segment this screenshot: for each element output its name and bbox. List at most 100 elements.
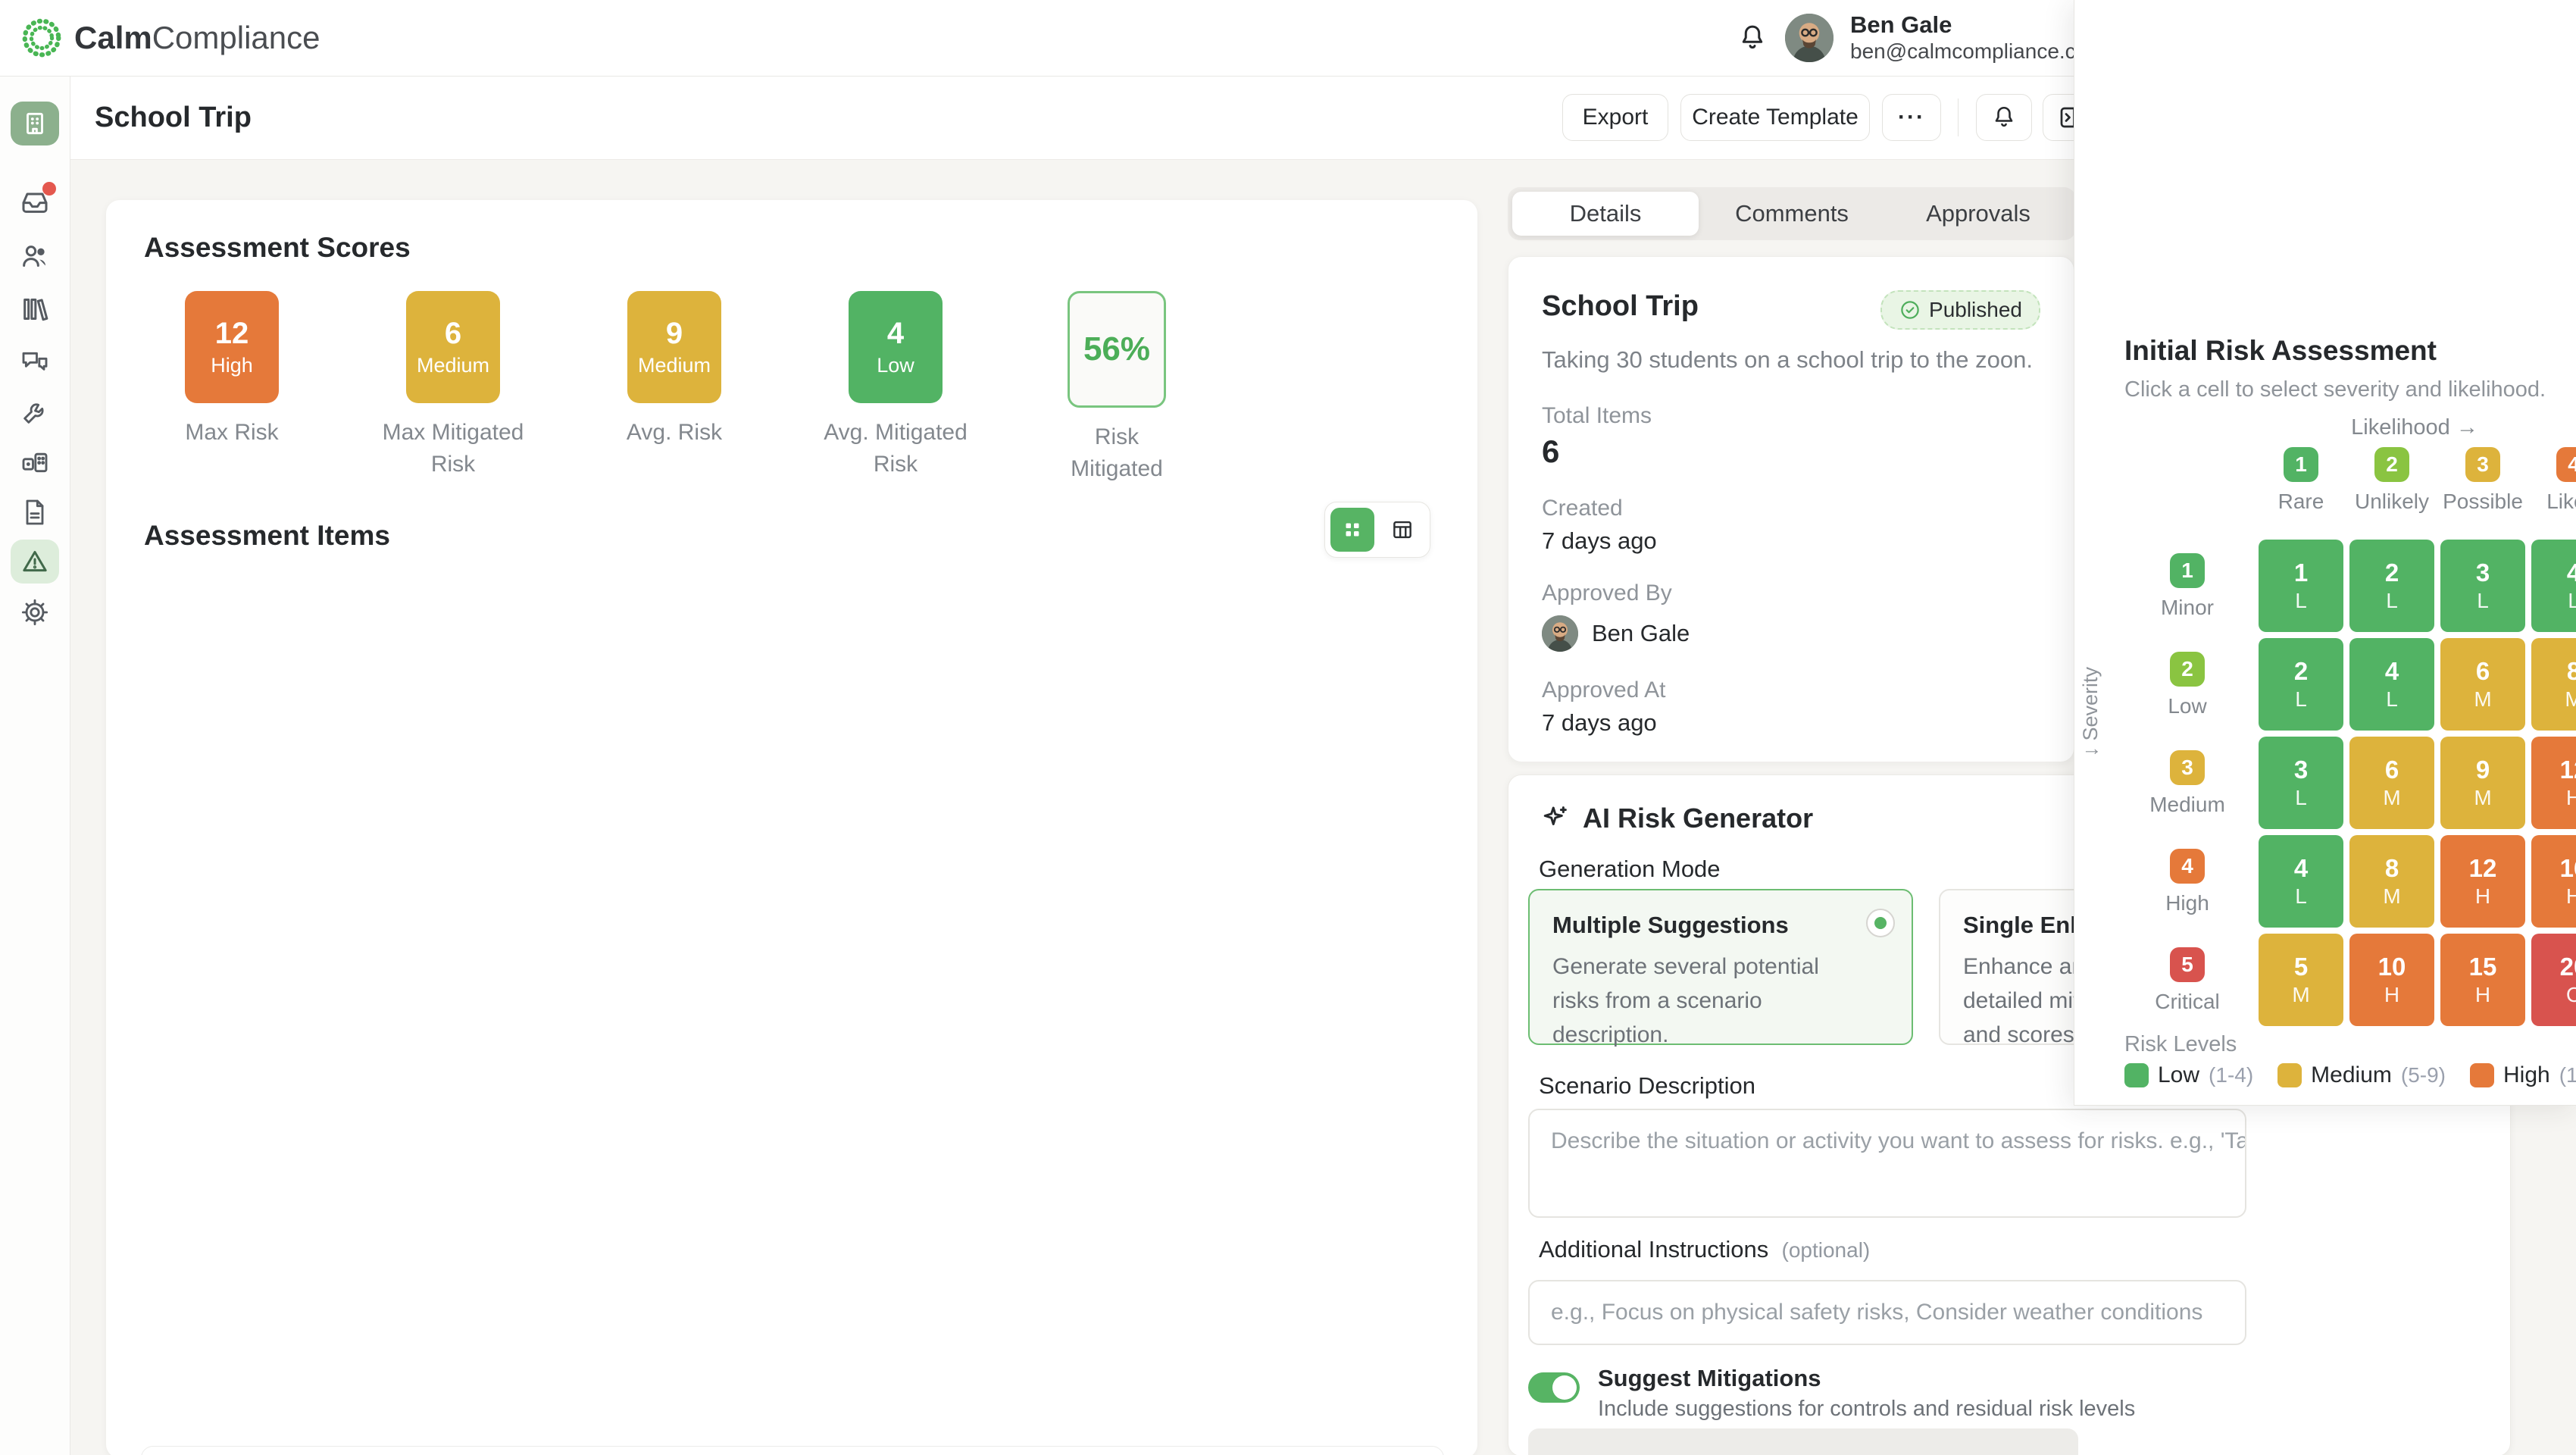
matrix-cell[interactable]: 8M — [2531, 638, 2576, 731]
user-info[interactable]: Ben Gale ben@calmcompliance.com — [1850, 11, 2106, 64]
export-button[interactable]: Export — [1562, 94, 1668, 141]
matrix-cell[interactable]: 12H — [2440, 835, 2525, 928]
created-value: 7 days ago — [1542, 527, 2040, 555]
sidebar-item-assets[interactable] — [0, 447, 70, 477]
score-tile: 4Low — [849, 291, 943, 403]
matrix-cell[interactable]: 9M — [2440, 737, 2525, 829]
more-options-button[interactable]: ··· — [1882, 94, 1941, 141]
sidebar-item-settings[interactable] — [0, 597, 70, 627]
matrix-cell[interactable]: 2L — [2259, 638, 2343, 731]
severity-header: 4 High — [2138, 849, 2237, 915]
ai-title: AI Risk Generator — [1583, 803, 1813, 834]
sidebar-item-risk-assessments[interactable] — [0, 540, 70, 584]
matrix-cell[interactable]: 15H — [2440, 934, 2525, 1026]
risk-matrix-grid: 1L2L3L4L2L4L6M8M3L6M9M12H4L8M12H16H5M10H… — [2259, 540, 2576, 1026]
wrench-icon — [20, 397, 50, 427]
side-tabs: Details Comments Approvals — [1508, 187, 2076, 240]
likelihood-header: 3 Possible — [2440, 447, 2525, 514]
suggest-mitigations-description: Include suggestions for controls and res… — [1598, 1397, 2135, 1422]
grid-view-icon — [1340, 517, 1365, 543]
table-view-button[interactable] — [1380, 508, 1424, 552]
suggest-mitigations-toggle[interactable] — [1528, 1372, 1580, 1403]
app: CalmCompliance — [0, 0, 2576, 1455]
sidebar-item-organization[interactable] — [0, 102, 70, 146]
created-label: Created — [1542, 496, 2040, 521]
create-template-button[interactable]: Create Template — [1680, 94, 1870, 141]
scenario-description-input[interactable]: Describe the situation or activity you w… — [1528, 1109, 2246, 1218]
sidebar-item-chat[interactable] — [0, 347, 70, 377]
inbox-icon — [20, 186, 50, 217]
matrix-cell[interactable]: 3L — [2259, 737, 2343, 829]
user-name: Ben Gale — [1850, 11, 2106, 39]
severity-header: 2 Low — [2138, 652, 2237, 718]
severity-header: 3 Medium — [2138, 750, 2237, 817]
approved-by-label: Approved By — [1542, 580, 2040, 606]
matrix-cell[interactable]: 5M — [2259, 934, 2343, 1026]
table-view-icon — [1390, 517, 1415, 543]
sidebar-item-inbox[interactable] — [0, 186, 70, 217]
severity-header: 5 Critical — [2138, 947, 2237, 1014]
matrix-cell[interactable]: 20C — [2531, 934, 2576, 1026]
user-email: ben@calmcompliance.com — [1850, 39, 2106, 64]
matrix-cell[interactable]: 10H — [2349, 934, 2434, 1026]
matrix-title: Initial Risk Assessment — [2124, 335, 2437, 367]
matrix-cell[interactable]: 6M — [2349, 737, 2434, 829]
matrix-cell[interactable]: 12H — [2531, 737, 2576, 829]
additional-instructions-input[interactable] — [1528, 1280, 2246, 1345]
brand-logo[interactable]: CalmCompliance — [20, 16, 320, 60]
check-icon — [1899, 299, 1921, 321]
bell-icon[interactable] — [1737, 22, 1768, 54]
notifications-button[interactable] — [1976, 94, 2032, 141]
sidebar-item-library[interactable] — [0, 294, 70, 324]
score-card: 9Medium Avg. Risk — [564, 291, 785, 485]
matrix-cell[interactable]: 2L — [2349, 540, 2434, 632]
logo-icon — [20, 16, 64, 60]
details-description: Taking 30 students on a school trip to t… — [1542, 343, 2040, 377]
notification-dot — [42, 182, 56, 196]
risk-matrix-panel: Initial Risk Assessment Click a cell to … — [2074, 0, 2576, 1106]
matrix-cell[interactable]: 3L — [2440, 540, 2525, 632]
tab-details[interactable]: Details — [1512, 192, 1699, 236]
severity-header: 1 Minor — [2138, 553, 2237, 620]
assessment-panel: Assessment Scores 12High Max Risk 6Mediu… — [106, 200, 1477, 1455]
risk-levels-label: Risk Levels — [2124, 1032, 2237, 1057]
matrix-cell[interactable]: 8M — [2349, 835, 2434, 928]
sidebar — [0, 76, 70, 1455]
sparkles-icon — [1539, 803, 1571, 834]
tab-approvals[interactable]: Approvals — [1885, 192, 2071, 236]
likelihood-axis-label: Likelihood → — [2259, 415, 2571, 440]
avatar — [1542, 615, 1578, 652]
matrix-cell[interactable]: 4L — [2531, 540, 2576, 632]
blocks-icon — [20, 447, 50, 477]
likelihood-header: 2 Unlikely — [2349, 447, 2434, 514]
matrix-cell[interactable]: 6M — [2440, 638, 2525, 731]
score-tile: 6Medium — [406, 291, 500, 403]
tab-comments[interactable]: Comments — [1699, 192, 1885, 236]
details-title: School Trip — [1542, 290, 1699, 323]
matrix-cell[interactable]: 1L — [2259, 540, 2343, 632]
legend-item: Medium(5-9) — [2277, 1062, 2446, 1088]
severity-axis-label: ↓ Severity — [2079, 667, 2102, 757]
generate-button-partial[interactable] — [1528, 1428, 2078, 1455]
gear-icon — [20, 597, 50, 627]
legend-item: Low(1-4) — [2124, 1062, 2253, 1088]
scenario-description-label: Scenario Description — [1539, 1072, 1755, 1100]
matrix-cell[interactable]: 4L — [2259, 835, 2343, 928]
approved-at-value: 7 days ago — [1542, 709, 2040, 737]
building-icon — [11, 102, 59, 146]
mode-multiple-suggestions[interactable]: Multiple Suggestions Generate several po… — [1528, 889, 1913, 1045]
score-tile: 12High — [185, 291, 279, 403]
avatar[interactable] — [1785, 14, 1834, 62]
page-title: School Trip — [95, 76, 252, 159]
grid-view-button[interactable] — [1330, 508, 1374, 552]
likelihood-header: 1 Rare — [2259, 447, 2343, 514]
sidebar-item-tools[interactable] — [0, 397, 70, 427]
bell-icon — [1990, 104, 2018, 131]
score-tile: 9Medium — [627, 291, 721, 403]
sidebar-item-people[interactable] — [0, 241, 70, 271]
approved-by-value: Ben Gale — [1542, 615, 2040, 652]
score-card: 12High Max Risk — [121, 291, 342, 485]
matrix-cell[interactable]: 16H — [2531, 835, 2576, 928]
matrix-cell[interactable]: 4L — [2349, 638, 2434, 731]
sidebar-item-documents[interactable] — [0, 497, 70, 527]
